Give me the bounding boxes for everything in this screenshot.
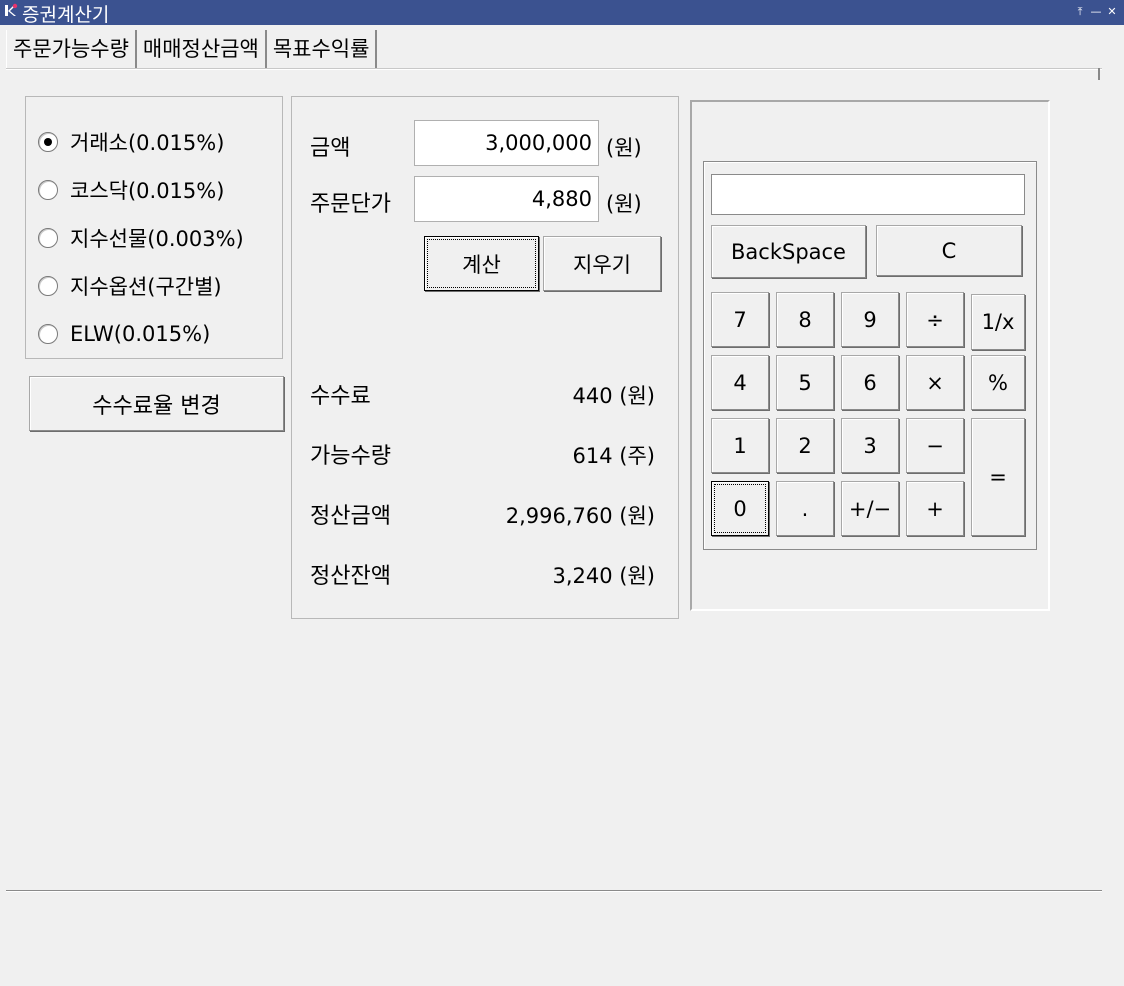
available-quantity-value: 614 (주) xyxy=(572,444,655,468)
calc-form-group xyxy=(291,96,679,619)
settlement-amount-label: 정산금액 xyxy=(310,504,391,529)
window-title: 증권계산기 xyxy=(22,4,110,25)
calc-clear-button[interactable]: C xyxy=(876,225,1022,276)
pin-top-icon[interactable]: ⤒ xyxy=(1074,5,1086,19)
market-radio-group: 거래소(0.015%) 코스닥(0.015%) 지수선물(0.003%) 지수옵… xyxy=(25,96,283,359)
radio-button[interactable] xyxy=(38,228,58,248)
radio-label: 코스닥(0.015%) xyxy=(70,179,225,203)
available-quantity-label: 가능수량 xyxy=(310,444,391,469)
tab-orderable-quantity[interactable]: 주문가능수량 xyxy=(6,30,137,68)
calc-key-multiply[interactable]: × xyxy=(906,355,964,410)
settlement-amount-value: 2,996,760 (원) xyxy=(505,504,655,528)
bottom-divider xyxy=(6,890,1102,892)
fee-value: 440 (원) xyxy=(572,384,655,408)
amount-label: 금액 xyxy=(310,136,351,161)
radio-label: 지수옵션(구간별) xyxy=(70,275,222,299)
tab-bar: 주문가능수량 매매정산금액 목표수익률 xyxy=(6,30,378,70)
tab-divider-tick xyxy=(1098,68,1100,80)
calc-key-add[interactable]: + xyxy=(906,481,964,536)
change-fee-button[interactable]: 수수료율 변경 xyxy=(29,376,284,431)
price-input[interactable]: 4,880 xyxy=(414,176,599,222)
calc-key-9[interactable]: 9 xyxy=(841,292,899,347)
calc-key-negate[interactable]: +/− xyxy=(841,481,899,536)
calc-key-7[interactable]: 7 xyxy=(711,292,769,347)
settlement-balance-value: 3,240 (원) xyxy=(552,564,656,588)
calc-key-divide[interactable]: ÷ xyxy=(906,292,964,347)
calc-key-8[interactable]: 8 xyxy=(776,292,834,347)
calc-key-equals[interactable]: = xyxy=(971,418,1025,536)
close-icon[interactable]: ✕ xyxy=(1106,5,1118,19)
radio-index-options[interactable]: 지수옵션(구간별) xyxy=(38,271,222,301)
radio-button-checked[interactable] xyxy=(38,132,58,152)
tab-target-return[interactable]: 목표수익률 xyxy=(267,30,378,68)
radio-kospi[interactable]: 거래소(0.015%) xyxy=(38,127,224,157)
settlement-balance-label: 정산잔액 xyxy=(310,564,391,589)
fee-label: 수수료 xyxy=(310,384,371,409)
calc-key-1[interactable]: 1 xyxy=(711,418,769,473)
calc-key-6[interactable]: 6 xyxy=(841,355,899,410)
radio-elw[interactable]: ELW(0.015%) xyxy=(38,319,210,349)
app-icon xyxy=(5,3,18,16)
calc-key-subtract[interactable]: − xyxy=(906,418,964,473)
calculator-display[interactable] xyxy=(711,174,1025,215)
minimize-icon[interactable]: — xyxy=(1090,5,1102,19)
calc-backspace-button[interactable]: BackSpace xyxy=(711,225,866,278)
radio-button[interactable] xyxy=(38,180,58,200)
title-bar: 증권계산기 ⤒ — ✕ xyxy=(0,0,1124,25)
amount-input[interactable]: 3,000,000 xyxy=(414,120,599,166)
calculate-button[interactable]: 계산 xyxy=(424,236,539,291)
radio-label: 지수선물(0.003%) xyxy=(70,227,244,251)
calc-key-reciprocal[interactable]: 1/x xyxy=(971,294,1025,350)
calc-key-percent[interactable]: % xyxy=(971,355,1025,410)
calc-key-5[interactable]: 5 xyxy=(776,355,834,410)
price-label: 주문단가 xyxy=(310,192,391,217)
radio-label: ELW(0.015%) xyxy=(70,322,211,346)
radio-label: 거래소(0.015%) xyxy=(70,131,225,155)
tab-settlement-amount[interactable]: 매매정산금액 xyxy=(137,30,267,68)
price-unit: (원) xyxy=(606,192,642,216)
calc-key-4[interactable]: 4 xyxy=(711,355,769,410)
calc-key-2[interactable]: 2 xyxy=(776,418,834,473)
clear-button[interactable]: 지우기 xyxy=(543,236,661,291)
calc-key-3[interactable]: 3 xyxy=(841,418,899,473)
calc-key-decimal[interactable]: . xyxy=(776,481,834,536)
radio-button[interactable] xyxy=(38,324,58,344)
window-controls: ⤒ — ✕ xyxy=(1074,3,1118,21)
radio-index-futures[interactable]: 지수선물(0.003%) xyxy=(38,223,244,253)
calc-key-0[interactable]: 0 xyxy=(711,481,769,536)
radio-button[interactable] xyxy=(38,276,58,296)
amount-unit: (원) xyxy=(606,136,642,160)
radio-kosdaq[interactable]: 코스닥(0.015%) xyxy=(38,175,224,205)
tab-divider xyxy=(6,68,1102,70)
